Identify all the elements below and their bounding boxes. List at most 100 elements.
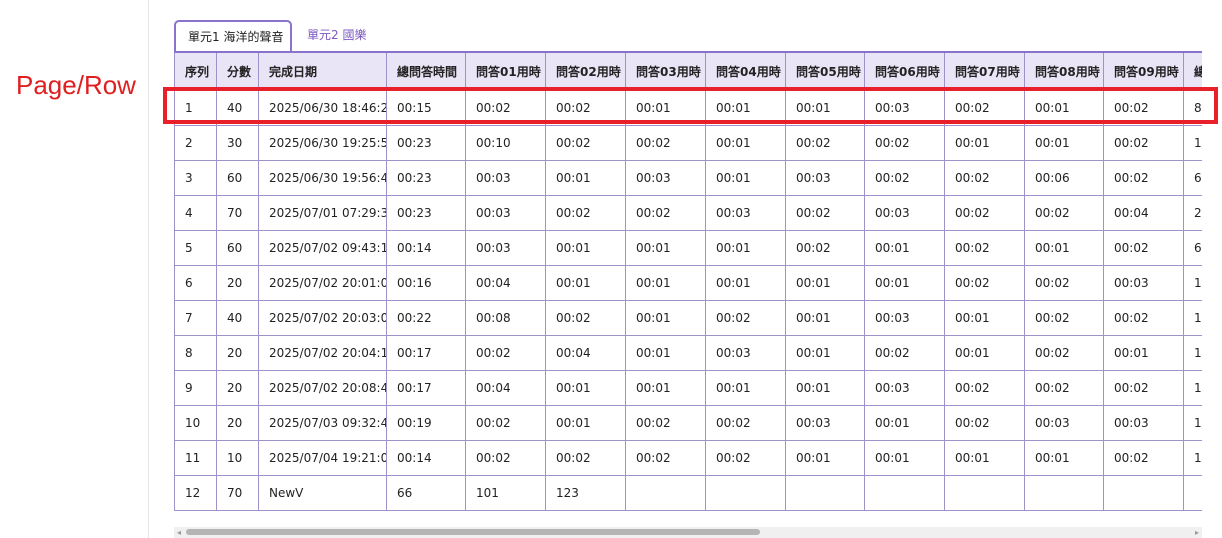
scroll-left-icon[interactable]: ◂ — [174, 527, 184, 538]
table-cell: 30 — [216, 124, 259, 161]
table-cell — [625, 474, 706, 511]
table-cell: 00:02 — [1024, 194, 1104, 231]
table-cell: 00:23 — [386, 194, 466, 231]
table-cell: 66 — [386, 474, 466, 511]
table-cell: 00:01 — [545, 229, 626, 266]
table-cell: 00:02 — [864, 124, 945, 161]
table-cell: 6 — [174, 264, 217, 301]
table-row[interactable]: 5 60 2025/07/02 09:43:16 00:14 00:03 00:01 00:… — [174, 229, 1202, 266]
table-cell: 2025/07/04 19:21:06 — [258, 439, 387, 476]
table-cell: 00:02 — [705, 404, 786, 441]
table-cell: 60 — [216, 159, 259, 196]
table-cell: 00:15 — [386, 89, 466, 126]
table-cell: 00:23 — [386, 124, 466, 161]
table-cell: 00:02 — [1103, 229, 1184, 266]
table-cell: 00:04 — [545, 334, 626, 371]
column-header: 問答02用時 — [545, 51, 626, 91]
table-cell: 00:01 — [864, 439, 945, 476]
sidebar-divider — [148, 0, 149, 538]
table-row[interactable]: 10 20 2025/07/03 09:32:44 00:19 00:02 00:01 00… — [174, 404, 1202, 441]
table-cell: 00:03 — [864, 299, 945, 336]
table-cell: 00:01 — [944, 334, 1025, 371]
table-cell: 40 — [216, 89, 259, 126]
table-cell: 00:02 — [944, 264, 1025, 301]
table-row[interactable]: 8 20 2025/07/02 20:04:17 00:17 00:02 00:04 00:… — [174, 334, 1202, 371]
table-cell: 20 — [216, 334, 259, 371]
table-row[interactable]: 4 70 2025/07/01 07:29:35 00:23 00:03 00:02 00:… — [174, 194, 1202, 231]
table-row[interactable]: 6 20 2025/07/02 20:01:02 00:16 00:04 00:01 00:… — [174, 264, 1202, 301]
table-cell: 2分 — [1183, 194, 1202, 231]
table-cell: 00:01 — [1024, 124, 1104, 161]
table-cell: 10 — [1183, 124, 1202, 161]
horizontal-scrollbar[interactable]: ◂ ▸ — [174, 527, 1202, 538]
table-cell: 4 — [174, 194, 217, 231]
scrollbar-thumb[interactable] — [186, 529, 760, 535]
table-cell: 9 — [174, 369, 217, 406]
table-cell: 00:01 — [785, 264, 865, 301]
table-cell: 00:01 — [545, 264, 626, 301]
table-cell: 00:04 — [465, 369, 546, 406]
table-cell: 00:22 — [386, 299, 466, 336]
column-header: 問答05用時 — [785, 51, 865, 91]
table-cell: 00:14 — [386, 229, 466, 266]
table-row[interactable]: 2 30 2025/06/30 19:25:56 00:23 00:10 00:02 00:… — [174, 124, 1202, 161]
table-cell: 00:01 — [864, 229, 945, 266]
table-cell: 00:01 — [1103, 334, 1184, 371]
table-cell: 00:02 — [625, 404, 706, 441]
table-cell — [705, 474, 786, 511]
table-cell: 00:16 — [386, 264, 466, 301]
table-cell: 40 — [216, 299, 259, 336]
scroll-right-icon[interactable]: ▸ — [1192, 527, 1202, 538]
table-row[interactable]: 1 40 2025/06/30 18:46:23 00:15 00:02 00:02 00:… — [174, 89, 1202, 126]
table-cell: 00:03 — [785, 159, 865, 196]
table-cell: 00:02 — [545, 439, 626, 476]
table-cell: 00:01 — [1024, 229, 1104, 266]
table-cell: 00:01 — [625, 299, 706, 336]
table-cell: 00:03 — [705, 334, 786, 371]
table-row[interactable]: 7 40 2025/07/02 20:03:07 00:22 00:08 00:02 00:… — [174, 299, 1202, 336]
table-cell: 00:02 — [864, 334, 945, 371]
column-header: 問答06用時 — [864, 51, 945, 91]
table-cell: 2025/06/30 18:46:23 — [258, 89, 387, 126]
table-cell: 00:01 — [944, 299, 1025, 336]
table-cell: 00:01 — [785, 369, 865, 406]
column-header: 問答04用時 — [705, 51, 786, 91]
table-cell: 00:02 — [625, 194, 706, 231]
table-cell: 3 — [174, 159, 217, 196]
table-cell: 00:02 — [1103, 124, 1184, 161]
table-cell: 00:02 — [1103, 89, 1184, 126]
table-cell: 00:14 — [386, 439, 466, 476]
table-cell: 2025/07/03 09:32:44 — [258, 404, 387, 441]
table-cell: 00:02 — [1103, 299, 1184, 336]
table-cell: 70 — [216, 194, 259, 231]
table-row[interactable]: 12 70 NewV 66 101 123 — [174, 474, 1202, 511]
tab-unit2[interactable]: 單元2 國樂 — [295, 20, 378, 51]
table-cell: 00:04 — [465, 264, 546, 301]
table-cell: 00:08 — [465, 299, 546, 336]
table-cell: 00:02 — [465, 334, 546, 371]
table-cell: 00:02 — [944, 89, 1025, 126]
table-cell: 00:03 — [705, 194, 786, 231]
table-cell: 00:10 — [465, 124, 546, 161]
table-row[interactable]: 3 60 2025/06/30 19:56:42 00:23 00:03 00:01 00:… — [174, 159, 1202, 196]
table-cell — [944, 474, 1025, 511]
table-cell: 00:02 — [625, 439, 706, 476]
table-cell: 20 — [216, 369, 259, 406]
table-cell: 00:03 — [1103, 264, 1184, 301]
table-cell: 7 — [174, 299, 217, 336]
table-cell: 00:01 — [705, 89, 786, 126]
tab-unit1[interactable]: 單元1 海洋的聲音 — [174, 20, 292, 51]
table-cell: 00:01 — [705, 124, 786, 161]
table-cell: 00:02 — [465, 404, 546, 441]
table-row[interactable]: 9 20 2025/07/02 20:08:42 00:17 00:04 00:01 00:… — [174, 369, 1202, 406]
table-cell — [1024, 474, 1104, 511]
table-cell: 00:04 — [1103, 194, 1184, 231]
table-cell: 60 — [216, 229, 259, 266]
column-header: 問答09用時 — [1103, 51, 1184, 91]
table-row[interactable]: 11 10 2025/07/04 19:21:06 00:14 00:02 00:02 00… — [174, 439, 1202, 476]
table-cell: 2025/07/01 07:29:35 — [258, 194, 387, 231]
table-cell: 00:01 — [625, 369, 706, 406]
table-cell: 00:01 — [864, 264, 945, 301]
table-cell: 10 — [216, 439, 259, 476]
table-cell: 00:02 — [705, 299, 786, 336]
